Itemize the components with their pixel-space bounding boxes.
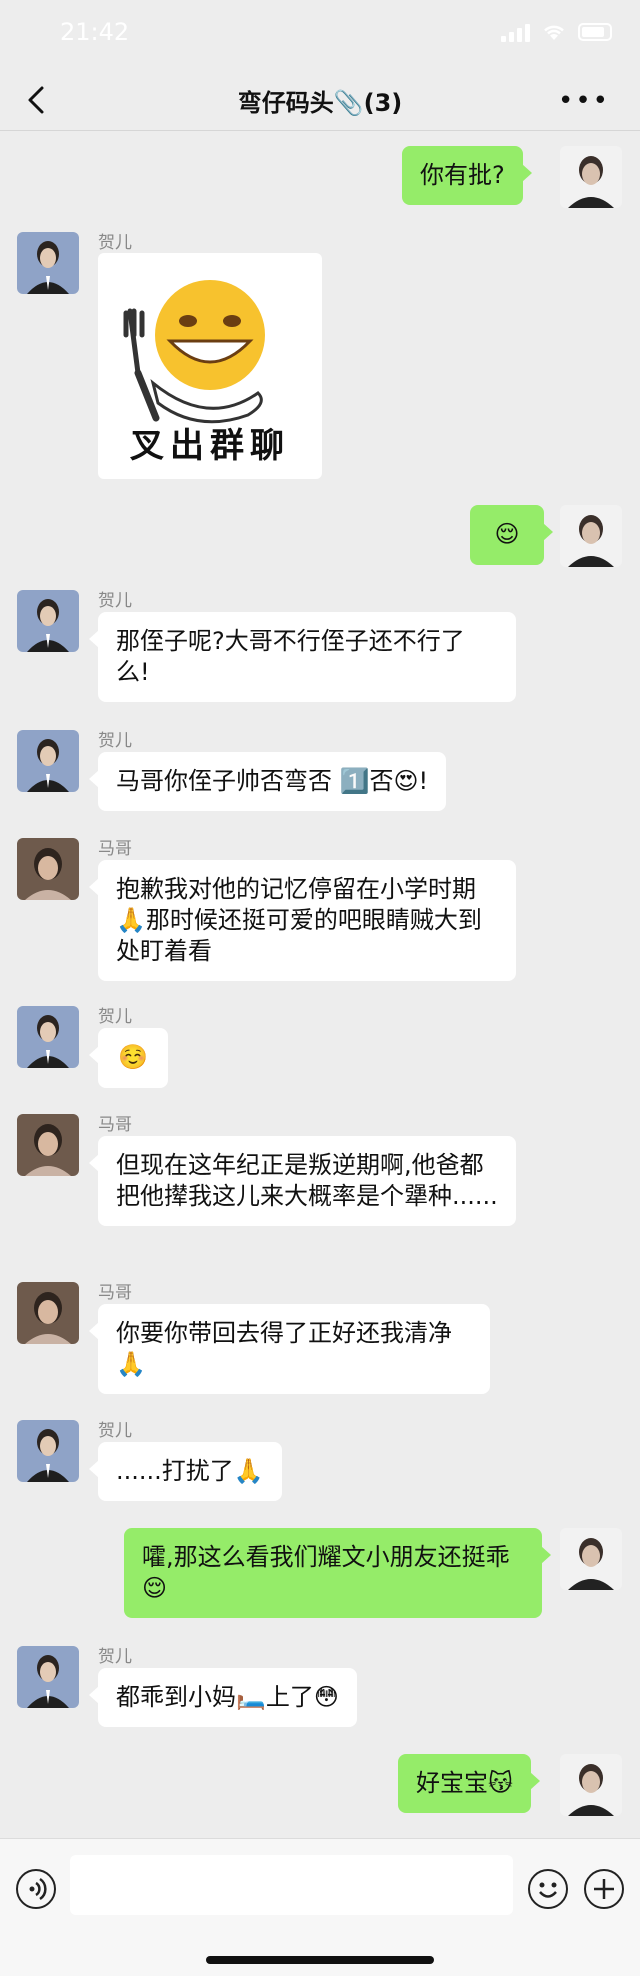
sender-name: 贺儿 (98, 233, 132, 253)
avatar-he-er[interactable] (17, 590, 79, 652)
sender-name: 贺儿 (98, 1647, 132, 1667)
message-text: 马哥你侄子帅否弯否 1️⃣否😍! (116, 767, 429, 795)
sender-name: 贺儿 (98, 731, 132, 751)
message-bubble-incoming[interactable]: 都乖到小妈🛏️上了😳 (89, 1668, 357, 1727)
message-input[interactable] (70, 1855, 513, 1915)
message-text: 嚯,那这么看我们耀文小朋友还挺乖😌 (142, 1543, 510, 1602)
sender-name: 贺儿 (98, 1007, 132, 1027)
status-icons (501, 22, 612, 42)
message-text: 你要你带回去得了正好还我清净🙏 (116, 1319, 452, 1378)
back-icon[interactable] (22, 84, 54, 116)
avatar-self[interactable] (560, 1754, 622, 1816)
message-text: 但现在这年纪正是叛逆期啊,他爸都把他撵我这儿来大概率是个犟种...... (116, 1151, 498, 1210)
message-bubble-outgoing[interactable]: 好宝宝😽 (398, 1754, 541, 1813)
avatar-self[interactable] (560, 505, 622, 567)
sender-name: 马哥 (98, 1115, 132, 1135)
emoji-button[interactable] (528, 1869, 568, 1909)
sender-name: 贺儿 (98, 1421, 132, 1441)
message-bubble-incoming[interactable]: 马哥你侄子帅否弯否 1️⃣否😍! (88, 752, 447, 811)
avatar-ma-ge[interactable] (17, 1114, 79, 1176)
message-bubble-outgoing[interactable]: 你有批? (402, 146, 532, 205)
sticker-message[interactable]: 叉出群聊 (98, 253, 322, 479)
message-bubble-incoming[interactable]: ☺️ (89, 1028, 168, 1088)
message-text: 抱歉我对他的记忆停留在小学时期🙏那时候还挺可爱的吧眼睛贼大到处盯着看 (116, 875, 482, 965)
status-bar: 21:42 (0, 0, 640, 70)
message-text: ......打扰了🙏 (116, 1457, 264, 1485)
plus-icon (594, 1879, 614, 1899)
message-bubble-incoming[interactable]: ......打扰了🙏 (89, 1442, 282, 1501)
status-time: 21:42 (60, 18, 130, 46)
message-bubble-incoming[interactable]: 但现在这年纪正是叛逆期啊,他爸都把他撵我这儿来大概率是个犟种...... (89, 1136, 516, 1226)
sender-name: 贺儿 (98, 591, 132, 611)
message-bubble-incoming[interactable]: 你要你带回去得了正好还我清净🙏 (89, 1304, 490, 1394)
battery-icon (578, 23, 612, 41)
home-indicator (206, 1956, 434, 1964)
wifi-icon (544, 25, 564, 40)
nav-divider (0, 130, 640, 131)
avatar-self[interactable] (560, 1528, 622, 1590)
message-bubble-outgoing[interactable]: 嚯,那这么看我们耀文小朋友还挺乖😌 (124, 1528, 551, 1618)
message-text: 都乖到小妈🛏️上了😳 (116, 1683, 339, 1711)
avatar-he-er[interactable] (17, 1646, 79, 1708)
message-text: 那侄子呢?大哥不行侄子还不行了么! (116, 627, 465, 686)
message-bubble-incoming[interactable]: 抱歉我对他的记忆停留在小学时期🙏那时候还挺可爱的吧眼睛贼大到处盯着看 (89, 860, 516, 981)
avatar-ma-ge[interactable] (17, 1282, 79, 1344)
message-text: 你有批? (420, 161, 505, 189)
nav-bar: 弯仔码头📎(3) ••• (0, 70, 640, 130)
avatar-he-er[interactable] (17, 730, 79, 792)
avatar-he-er[interactable] (17, 1420, 79, 1482)
avatar-ma-ge[interactable] (17, 838, 79, 900)
message-bubble-incoming[interactable]: 那侄子呢?大哥不行侄子还不行了么! (89, 612, 516, 702)
voice-input-button[interactable] (16, 1869, 56, 1909)
smiley-icon (539, 1882, 557, 1898)
voice-icon (29, 1877, 47, 1901)
message-bubble-outgoing[interactable]: 😌 (470, 505, 553, 565)
avatar-self[interactable] (560, 146, 622, 208)
sender-name: 马哥 (98, 1283, 132, 1303)
avatar-he-er[interactable] (17, 232, 79, 294)
avatar-he-er[interactable] (17, 1006, 79, 1068)
chat-title: 弯仔码头📎(3) (237, 88, 403, 117)
message-text: 😌 (494, 520, 520, 548)
message-text: 好宝宝😽 (416, 1769, 514, 1797)
more-actions-button[interactable] (584, 1869, 624, 1909)
message-text: ☺️ (118, 1043, 148, 1071)
signal-icon (501, 22, 530, 42)
sticker-caption: 叉出群聊 (130, 426, 290, 466)
more-icon[interactable]: ••• (558, 86, 610, 116)
sender-name: 马哥 (98, 839, 132, 859)
